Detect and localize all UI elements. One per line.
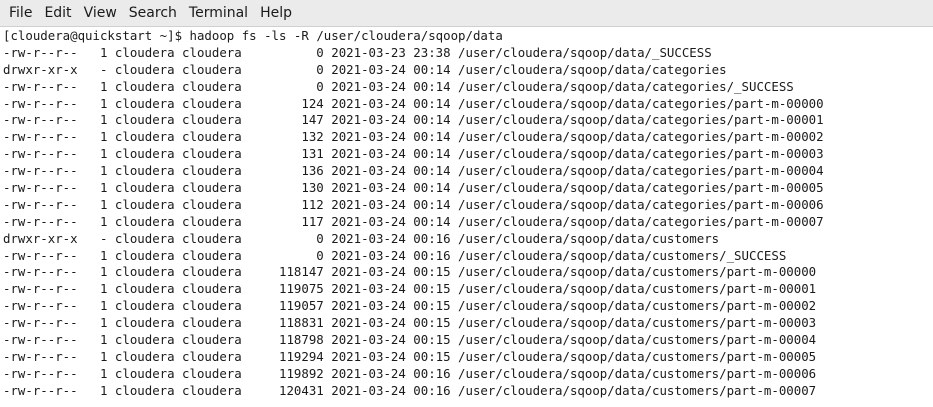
menu-bar: File Edit View Search Terminal Help — [0, 0, 933, 27]
menu-edit[interactable]: Edit — [38, 2, 77, 24]
command-text: hadoop fs -ls -R /user/cloudera/sqoop/da… — [189, 28, 503, 43]
output-line: -rw-r--r-- 1 cloudera cloudera 119294 20… — [3, 348, 817, 364]
menu-help[interactable]: Help — [254, 2, 298, 24]
output-line: drwxr-xr-x - cloudera cloudera 0 2021-03… — [3, 61, 727, 77]
menu-terminal[interactable]: Terminal — [183, 2, 254, 24]
output-line: -rw-r--r-- 1 cloudera cloudera 131 2021-… — [3, 146, 824, 162]
menu-view[interactable]: View — [78, 2, 123, 24]
output-line: -rw-r--r-- 1 cloudera cloudera 120431 20… — [3, 382, 817, 398]
menu-file[interactable]: File — [3, 2, 38, 24]
output-line: -rw-r--r-- 1 cloudera cloudera 124 2021-… — [3, 95, 824, 111]
output-line: -rw-r--r-- 1 cloudera cloudera 0 2021-03… — [3, 247, 787, 263]
output-line: -rw-r--r-- 1 cloudera cloudera 118798 20… — [3, 332, 817, 348]
output-line: -rw-r--r-- 1 cloudera cloudera 147 2021-… — [3, 112, 824, 128]
output-line: -rw-r--r-- 1 cloudera cloudera 119075 20… — [3, 281, 817, 297]
output-line: -rw-r--r-- 1 cloudera cloudera 112 2021-… — [3, 196, 824, 212]
output-line: -rw-r--r-- 1 cloudera cloudera 119057 20… — [3, 298, 817, 314]
output-line: -rw-r--r-- 1 cloudera cloudera 118831 20… — [3, 315, 817, 331]
output-line: -rw-r--r-- 1 cloudera cloudera 117 2021-… — [3, 213, 824, 229]
output-line: drwxr-xr-x - cloudera cloudera 0 2021-03… — [3, 230, 720, 246]
menu-search[interactable]: Search — [123, 2, 183, 24]
terminal-window: File Edit View Search Terminal Help [clo… — [0, 0, 933, 407]
output-line: -rw-r--r-- 1 cloudera cloudera 132 2021-… — [3, 129, 824, 145]
command-line: [cloudera@quickstart ~]$ hadoop fs -ls -… — [3, 28, 933, 45]
output-line: -rw-r--r-- 1 cloudera cloudera 0 2021-03… — [3, 44, 712, 60]
output-line: -rw-r--r-- 1 cloudera cloudera 130 2021-… — [3, 180, 824, 196]
output-line: -rw-r--r-- 1 cloudera cloudera 0 2021-03… — [3, 78, 794, 94]
shell-prompt: [cloudera@quickstart ~]$ — [3, 28, 190, 43]
output-line: -rw-r--r-- 1 cloudera cloudera 136 2021-… — [3, 163, 824, 179]
terminal-output-area[interactable]: [cloudera@quickstart ~]$ hadoop fs -ls -… — [0, 28, 933, 407]
output-line: -rw-r--r-- 1 cloudera cloudera 119892 20… — [3, 365, 817, 381]
output-line: -rw-r--r-- 1 cloudera cloudera 118147 20… — [3, 264, 817, 280]
